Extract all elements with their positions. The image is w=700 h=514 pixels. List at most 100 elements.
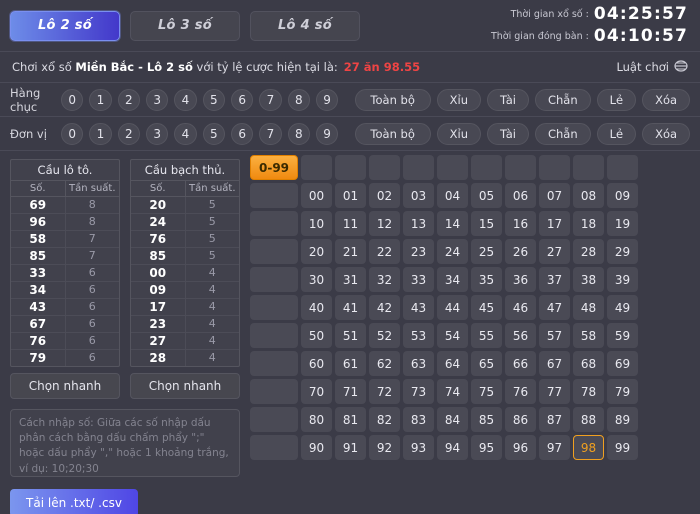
table-row[interactable]: 28 4 xyxy=(131,350,239,366)
number-cell-35[interactable]: 35 xyxy=(471,267,502,292)
number-cell-91[interactable]: 91 xyxy=(335,435,366,460)
tens-digit-6[interactable]: 6 xyxy=(230,88,254,111)
number-cell-62[interactable]: 62 xyxy=(369,351,400,376)
number-cell-28[interactable]: 28 xyxy=(573,239,604,264)
rules-link[interactable]: Luật chơi xyxy=(616,59,688,76)
number-cell-88[interactable]: 88 xyxy=(573,407,604,432)
number-cell-37[interactable]: 37 xyxy=(539,267,570,292)
number-cell-98[interactable]: 98 xyxy=(573,435,604,460)
number-cell-19[interactable]: 19 xyxy=(607,211,638,236)
number-cell-12[interactable]: 12 xyxy=(369,211,400,236)
number-cell-10[interactable]: 10 xyxy=(301,211,332,236)
number-cell-84[interactable]: 84 xyxy=(437,407,468,432)
number-cell-81[interactable]: 81 xyxy=(335,407,366,432)
number-cell-79[interactable]: 79 xyxy=(607,379,638,404)
number-cell-73[interactable]: 73 xyxy=(403,379,434,404)
number-cell-33[interactable]: 33 xyxy=(403,267,434,292)
number-cell-18[interactable]: 18 xyxy=(573,211,604,236)
number-cell-69[interactable]: 69 xyxy=(607,351,638,376)
units-digit-0[interactable]: 0 xyxy=(61,122,84,145)
number-cell-43[interactable]: 43 xyxy=(403,295,434,320)
table-row[interactable]: 67 6 xyxy=(11,316,119,333)
grid-row-header-0[interactable] xyxy=(250,183,298,208)
number-cell-78[interactable]: 78 xyxy=(573,379,604,404)
number-cell-32[interactable]: 32 xyxy=(369,267,400,292)
number-cell-30[interactable]: 30 xyxy=(301,267,332,292)
number-cell-85[interactable]: 85 xyxy=(471,407,502,432)
grid-column-header-1[interactable] xyxy=(335,155,366,180)
range-0-99-button[interactable]: 0-99 xyxy=(250,155,298,180)
grid-row-header-5[interactable] xyxy=(250,323,298,348)
number-cell-42[interactable]: 42 xyxy=(369,295,400,320)
number-cell-70[interactable]: 70 xyxy=(301,379,332,404)
number-cell-61[interactable]: 61 xyxy=(335,351,366,376)
tens-digit-1[interactable]: 1 xyxy=(89,88,112,111)
number-cell-49[interactable]: 49 xyxy=(607,295,638,320)
grid-column-header-2[interactable] xyxy=(369,155,400,180)
table-row[interactable]: 96 8 xyxy=(11,214,119,231)
number-cell-20[interactable]: 20 xyxy=(301,239,332,264)
number-cell-34[interactable]: 34 xyxy=(437,267,468,292)
table-row[interactable]: 23 4 xyxy=(131,316,239,333)
units-digit-6[interactable]: 6 xyxy=(230,122,254,145)
number-cell-40[interactable]: 40 xyxy=(301,295,332,320)
number-cell-74[interactable]: 74 xyxy=(437,379,468,404)
table-row[interactable]: 09 4 xyxy=(131,282,239,299)
number-cell-41[interactable]: 41 xyxy=(335,295,366,320)
number-cell-53[interactable]: 53 xyxy=(403,323,434,348)
number-cell-36[interactable]: 36 xyxy=(505,267,536,292)
tens-digit-0[interactable]: 0 xyxy=(61,88,84,111)
number-cell-68[interactable]: 68 xyxy=(573,351,604,376)
units-digit-8[interactable]: 8 xyxy=(287,122,310,145)
number-cell-15[interactable]: 15 xyxy=(471,211,502,236)
units-action-tai[interactable]: Tài xyxy=(487,122,529,145)
grid-row-header-2[interactable] xyxy=(250,239,298,264)
tens-action-tai[interactable]: Tài xyxy=(487,88,529,111)
number-cell-13[interactable]: 13 xyxy=(403,211,434,236)
number-cell-94[interactable]: 94 xyxy=(437,435,468,460)
number-cell-27[interactable]: 27 xyxy=(539,239,570,264)
number-cell-52[interactable]: 52 xyxy=(369,323,400,348)
tens-digit-5[interactable]: 5 xyxy=(202,88,225,111)
tens-digit-4[interactable]: 4 xyxy=(174,88,197,111)
number-cell-80[interactable]: 80 xyxy=(301,407,332,432)
number-cell-39[interactable]: 39 xyxy=(607,267,638,292)
number-cell-11[interactable]: 11 xyxy=(335,211,366,236)
grid-column-header-8[interactable] xyxy=(573,155,604,180)
tens-digit-8[interactable]: 8 xyxy=(287,88,310,111)
number-cell-50[interactable]: 50 xyxy=(301,323,332,348)
number-cell-58[interactable]: 58 xyxy=(573,323,604,348)
table-row[interactable]: 69 8 xyxy=(11,197,119,214)
number-cell-95[interactable]: 95 xyxy=(471,435,502,460)
number-cell-46[interactable]: 46 xyxy=(505,295,536,320)
number-cell-09[interactable]: 09 xyxy=(607,183,638,208)
number-cell-63[interactable]: 63 xyxy=(403,351,434,376)
number-cell-89[interactable]: 89 xyxy=(607,407,638,432)
number-cell-72[interactable]: 72 xyxy=(369,379,400,404)
units-digit-1[interactable]: 1 xyxy=(89,122,112,145)
grid-row-header-1[interactable] xyxy=(250,211,298,236)
tens-action-xoa[interactable]: Xóa xyxy=(642,88,691,111)
table-row[interactable]: 27 4 xyxy=(131,333,239,350)
number-cell-03[interactable]: 03 xyxy=(403,183,434,208)
grid-row-header-7[interactable] xyxy=(250,379,298,404)
number-cell-65[interactable]: 65 xyxy=(471,351,502,376)
number-cell-83[interactable]: 83 xyxy=(403,407,434,432)
number-cell-67[interactable]: 67 xyxy=(539,351,570,376)
number-cell-07[interactable]: 07 xyxy=(539,183,570,208)
table-row[interactable]: 00 4 xyxy=(131,265,239,282)
table-row[interactable]: 20 5 xyxy=(131,197,239,214)
number-cell-55[interactable]: 55 xyxy=(471,323,502,348)
table-row[interactable]: 43 6 xyxy=(11,299,119,316)
tens-action-le[interactable]: Lẻ xyxy=(596,88,637,111)
number-cell-76[interactable]: 76 xyxy=(505,379,536,404)
number-cell-71[interactable]: 71 xyxy=(335,379,366,404)
number-cell-26[interactable]: 26 xyxy=(505,239,536,264)
table-row[interactable]: 24 5 xyxy=(131,214,239,231)
number-cell-97[interactable]: 97 xyxy=(539,435,570,460)
tab-lo-4-so[interactable]: Lô 4 số xyxy=(250,10,360,41)
table-row[interactable]: 85 5 xyxy=(131,248,239,265)
number-cell-31[interactable]: 31 xyxy=(335,267,366,292)
number-cell-77[interactable]: 77 xyxy=(539,379,570,404)
tens-action-toan-bo[interactable]: Toàn bộ xyxy=(354,88,431,111)
